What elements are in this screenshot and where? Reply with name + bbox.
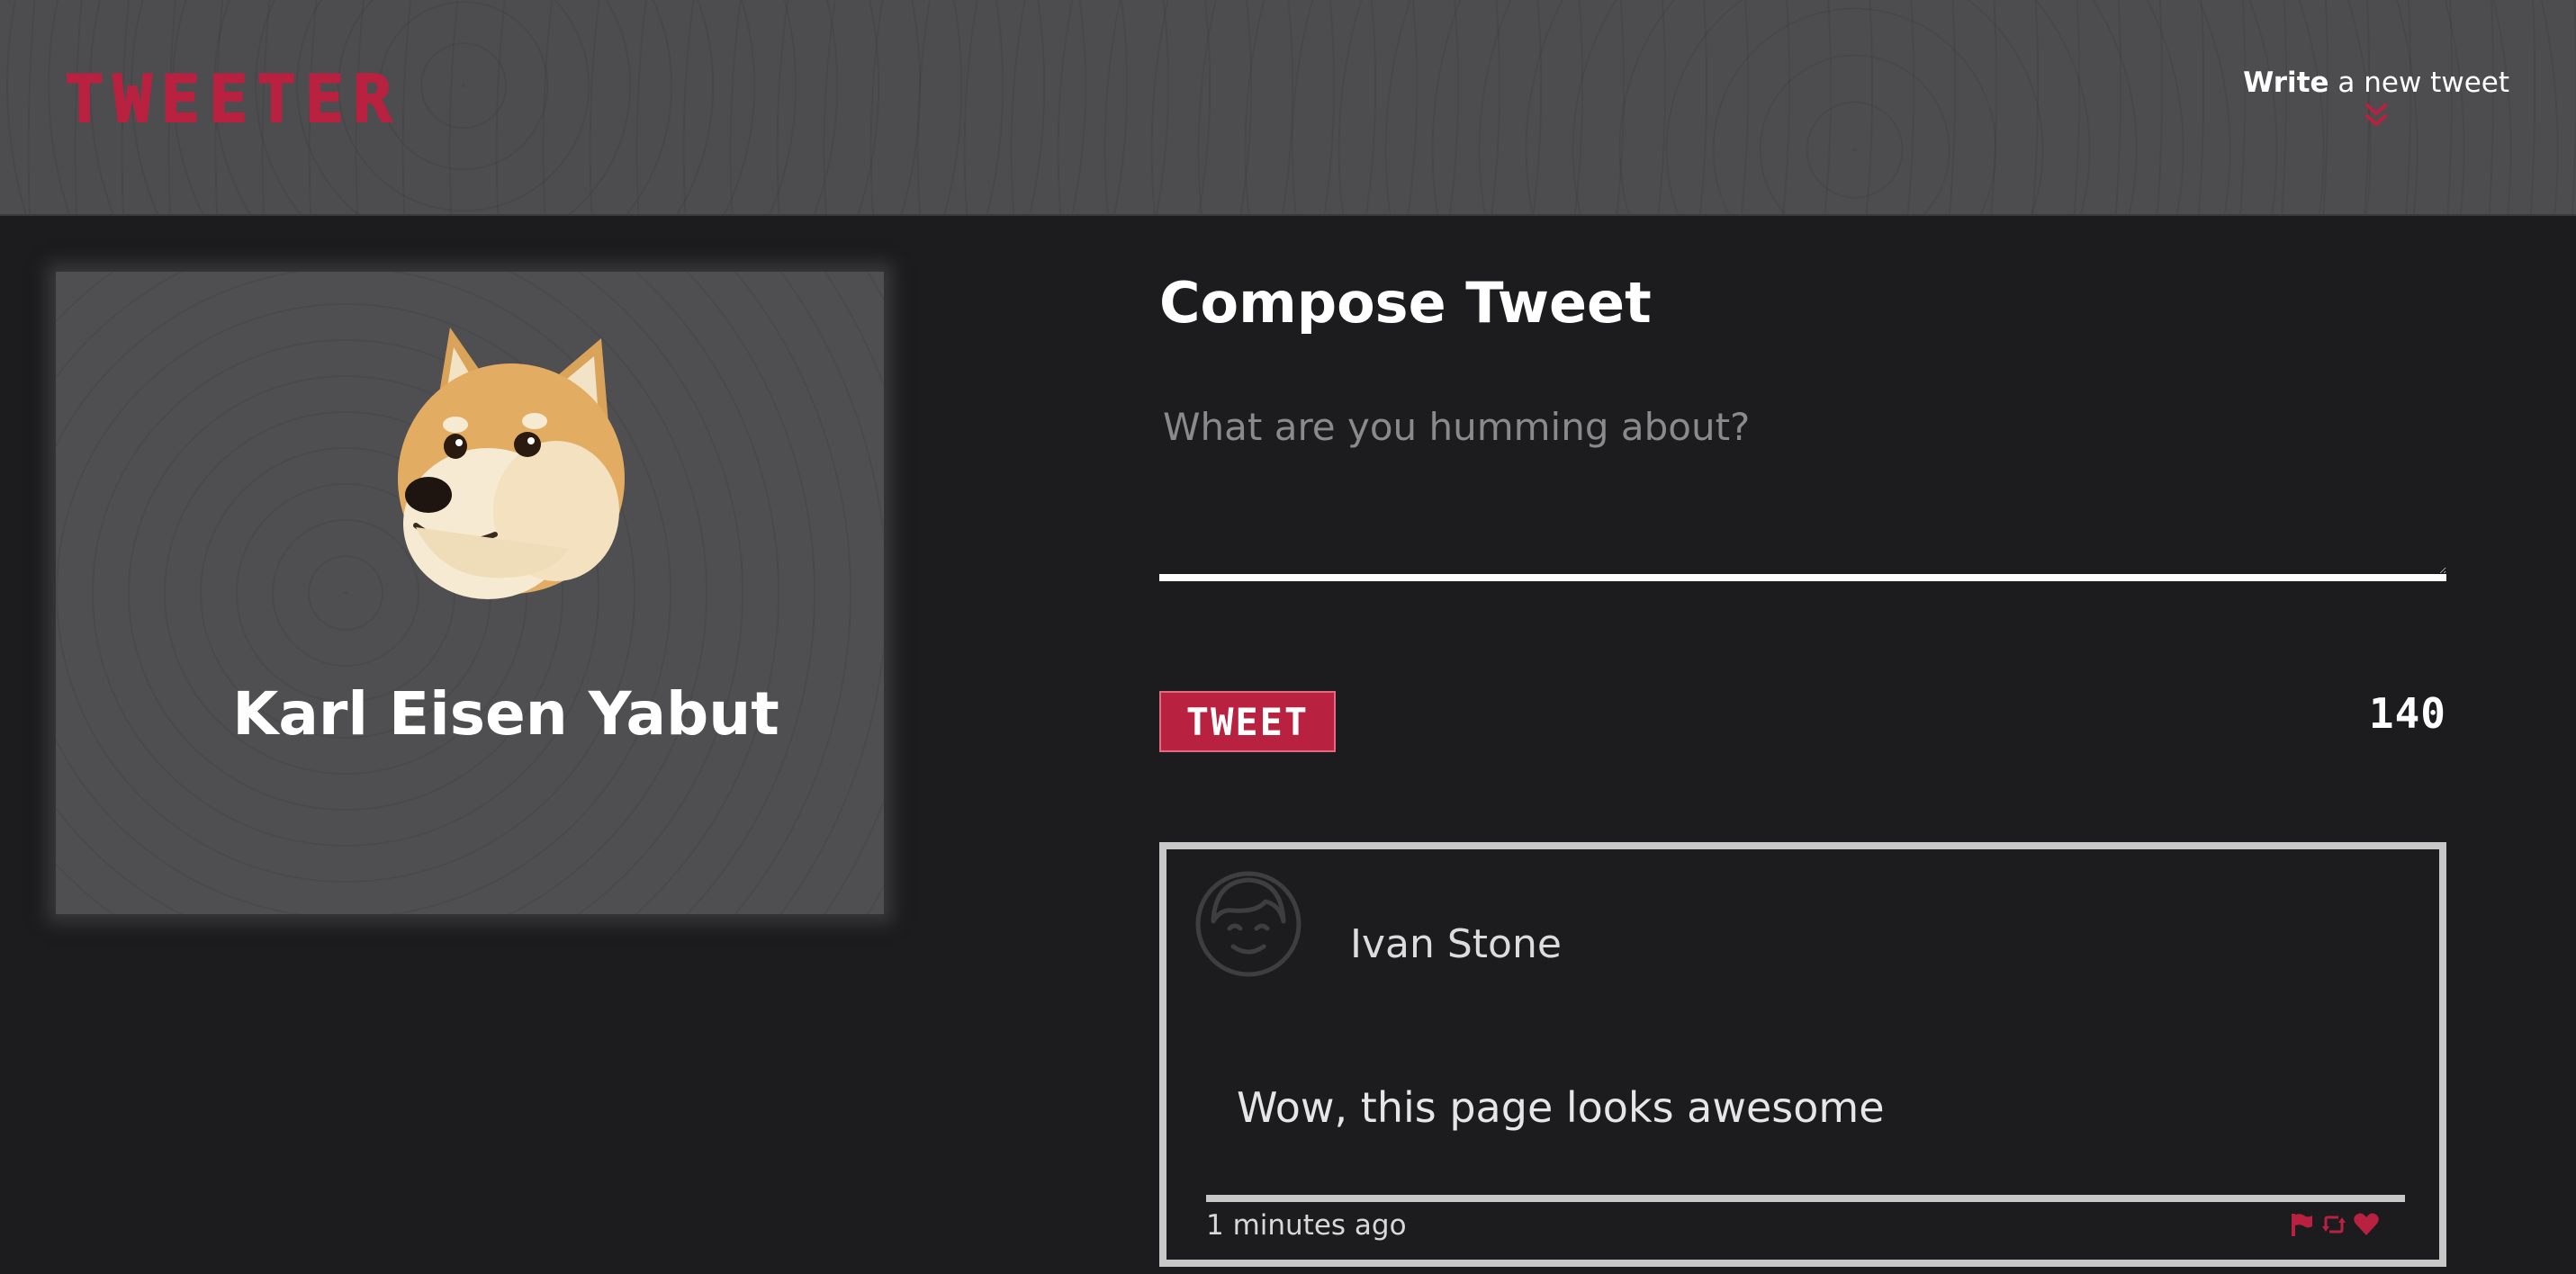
retweet-icon[interactable] — [2320, 1211, 2347, 1238]
double-chevron-down-icon[interactable] — [2364, 103, 2389, 130]
tweet-textarea[interactable] — [1159, 405, 2446, 581]
flag-icon[interactable] — [2288, 1211, 2315, 1238]
top-nav: TWEETER Write a new tweet — [0, 0, 2576, 216]
tweet-card: Ivan Stone Wow, this page looks awesome … — [1159, 842, 2446, 1267]
tweet-body-text: Wow, this page looks awesome — [1237, 1083, 1885, 1132]
doge-avatar — [380, 318, 632, 612]
write-new-tweet-toggle[interactable]: Write a new tweet — [2243, 67, 2509, 130]
compose-title: Compose Tweet — [1159, 270, 1652, 336]
write-new-tweet-label[interactable]: Write a new tweet — [2243, 67, 2509, 99]
tweet-author-name[interactable]: Ivan Stone — [1350, 921, 1562, 967]
tweet-actions — [2288, 1211, 2380, 1238]
write-label-strong: Write — [2243, 67, 2329, 99]
smiling-face-avatar-icon — [1195, 871, 1302, 977]
tweet-timestamp: 1 minutes ago — [1206, 1209, 1407, 1242]
write-label-rest: a new tweet — [2337, 67, 2509, 99]
profile-name: Karl Eisen Yabut — [232, 679, 779, 749]
tweet-submit-button[interactable]: TWEET — [1159, 691, 1336, 752]
site-logo[interactable]: TWEETER — [64, 66, 401, 132]
heart-icon[interactable] — [2353, 1211, 2380, 1238]
user-profile-card: Karl Eisen Yabut — [56, 272, 884, 914]
character-counter: 140 — [2368, 689, 2446, 738]
tweet-divider — [1206, 1195, 2405, 1202]
doge-avatar-image — [398, 327, 625, 599]
compose-tweet-section: Compose Tweet TWEET 140 — [1159, 270, 2446, 752]
